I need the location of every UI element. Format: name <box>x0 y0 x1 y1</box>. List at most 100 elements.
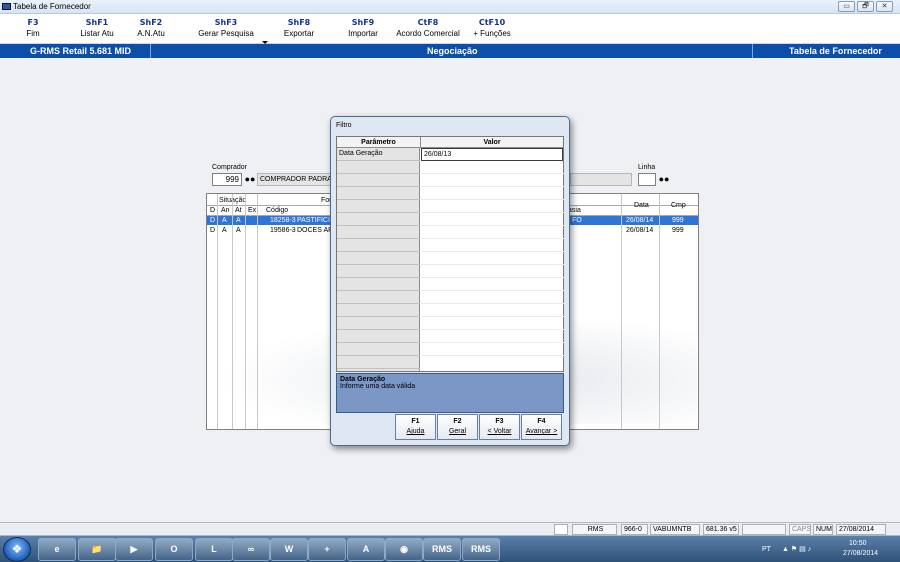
param-empty-cell <box>337 213 420 226</box>
taskbar-app[interactable]: ∞ <box>232 538 270 561</box>
param-empty-cell <box>337 304 420 317</box>
taskbar-app[interactable]: ◉ <box>385 538 423 561</box>
restore-button[interactable]: 🗗 <box>857 1 874 12</box>
grid-header-ex[interactable]: Ex <box>248 207 256 214</box>
button-label: < Voltar <box>487 428 512 435</box>
clock-date[interactable]: 27/08/2014 <box>843 550 878 557</box>
grid-header-d[interactable]: D <box>210 207 215 214</box>
fkey-shf9-importar[interactable]: ShF9 Importar <box>343 18 383 38</box>
cell-cmp: 999 <box>672 227 684 234</box>
back-button[interactable]: F3 < Voltar <box>479 414 520 440</box>
fkey-key: CtF8 <box>417 18 439 27</box>
fkey-label: Acordo Comercial <box>396 29 460 38</box>
value-empty-cell <box>421 200 564 213</box>
fkey-shf2-an-atu[interactable]: ShF2 A.N.Atu <box>131 18 171 38</box>
param-empty-cell <box>337 187 420 200</box>
grid-header-at[interactable]: At <box>235 207 242 214</box>
value-empty-cell <box>421 330 564 343</box>
param-column-header: Parâmetro <box>337 137 421 148</box>
readonly-field <box>570 173 632 186</box>
fkey-shf1-listar-atu[interactable]: ShF1 Listar Atu <box>78 18 116 38</box>
language-indicator[interactable]: PT <box>762 546 771 553</box>
module-header-bar: G-RMS Retail 5.681 MID Negociação Tabela… <box>0 44 900 58</box>
general-button[interactable]: F2 Geral <box>437 414 478 440</box>
value-empty-cell <box>421 187 564 200</box>
comprador-label: Comprador <box>212 164 248 171</box>
taskbar-outlook[interactable]: O <box>155 538 193 561</box>
fkey-f3-fim[interactable]: F3 Fim <box>22 18 44 38</box>
fkey-key: ShF2 <box>139 18 163 27</box>
param-empty-cell <box>337 317 420 330</box>
fkey-ctf8-acordo-comercial[interactable]: CtF8 Acordo Comercial <box>395 18 461 38</box>
status-empty <box>742 524 786 535</box>
taskbar-ie[interactable]: e <box>38 538 76 561</box>
grid-header-data[interactable]: Data <box>634 202 649 209</box>
button-label: Ajuda <box>406 428 425 435</box>
minimize-button[interactable]: ▭ <box>838 1 855 12</box>
fkey-shf3-gerar-pesquisa[interactable]: ShF3 Gerar Pesquisa <box>198 18 254 38</box>
close-button[interactable]: ✕ <box>876 1 893 12</box>
comprador-code-field[interactable]: 999 <box>212 173 242 186</box>
document-icon <box>554 524 568 535</box>
value-column-header: Valor <box>421 137 563 148</box>
binoculars-icon[interactable]: ●● <box>657 173 671 186</box>
cell-an: A <box>222 217 227 224</box>
start-button[interactable]: ❖ <box>3 537 31 562</box>
cell-codigo: 18258-3 <box>270 217 296 224</box>
grid-column-line <box>257 194 258 429</box>
comprador-name-field: COMPRADOR PADRAO <box>257 173 337 186</box>
taskbar-app[interactable]: + <box>308 538 346 561</box>
cell-d: D <box>210 217 216 224</box>
help-button[interactable]: F1 Ajuda <box>395 414 436 440</box>
taskbar-word[interactable]: W <box>270 538 308 561</box>
parameter-table: Parâmetro Valor Data Geração 26/08/13 <box>336 136 564 372</box>
help-panel: Data Geração Informe uma data válida <box>336 373 564 413</box>
taskbar-rms[interactable]: RMS <box>423 538 461 561</box>
section-label: Negociação <box>427 46 478 56</box>
fkey-label: Listar Atu <box>80 29 114 38</box>
date-value-input[interactable]: 26/08/13 <box>421 148 563 161</box>
button-label: Geral <box>448 428 467 435</box>
cell-at: A <box>236 227 241 234</box>
param-empty-cell <box>337 239 420 252</box>
fkey-key: F3 <box>27 18 39 27</box>
param-empty-cell <box>337 161 420 174</box>
button-key: F4 <box>537 418 546 425</box>
value-empty-cell <box>421 226 564 239</box>
grid-header-an[interactable]: An <box>221 207 230 214</box>
param-name-cell[interactable]: Data Geração <box>337 148 420 161</box>
fkey-label: + Funções <box>473 29 511 38</box>
binoculars-icon[interactable]: ●● <box>243 173 257 186</box>
cell-fantasia: FO <box>572 217 582 224</box>
fkey-ctf10-mais-funcoes[interactable]: CtF10 + Funções <box>470 18 514 38</box>
fkey-shf8-exportar[interactable]: ShF8 Exportar <box>280 18 318 38</box>
help-text: Informe uma data válida <box>340 383 416 390</box>
taskbar-explorer[interactable]: 📁 <box>78 538 116 561</box>
fkey-label: Exportar <box>283 29 315 38</box>
button-label: Avançar > <box>525 428 558 435</box>
fkey-label: Importar <box>348 29 378 38</box>
param-empty-cell <box>337 252 420 265</box>
value-empty-cell <box>421 291 564 304</box>
clock-time[interactable]: 10:50 <box>849 540 867 547</box>
linha-field[interactable] <box>638 173 656 186</box>
grid-header-cmp[interactable]: Cmp <box>671 202 686 209</box>
version-label: G-RMS Retail 5.681 MID <box>30 46 132 56</box>
next-button[interactable]: F4 Avançar > <box>521 414 562 440</box>
taskbar-acrobat[interactable]: A <box>347 538 385 561</box>
taskbar-media[interactable]: ▶ <box>115 538 153 561</box>
grid-column-line <box>232 194 233 429</box>
dialog-title: Filtro <box>336 122 352 129</box>
grid-header-codigo[interactable]: Código <box>266 207 288 214</box>
tray-icons[interactable]: ▲ ⚑ ▤ ♪ <box>782 545 811 553</box>
value-empty-cell <box>421 252 564 265</box>
cell-data: 26/08/14 <box>626 227 654 234</box>
param-empty-cell <box>337 265 420 278</box>
linha-label: Linha <box>638 164 656 171</box>
button-key: F2 <box>453 418 462 425</box>
taskbar-lync[interactable]: L <box>195 538 233 561</box>
taskbar-rms[interactable]: RMS <box>462 538 500 561</box>
grid-column-line <box>621 194 622 429</box>
status-bar: RMS 966-0 VABUMNTB 681.36 v5 CAPS NUM 27… <box>0 522 900 535</box>
param-empty-cell <box>337 278 420 291</box>
